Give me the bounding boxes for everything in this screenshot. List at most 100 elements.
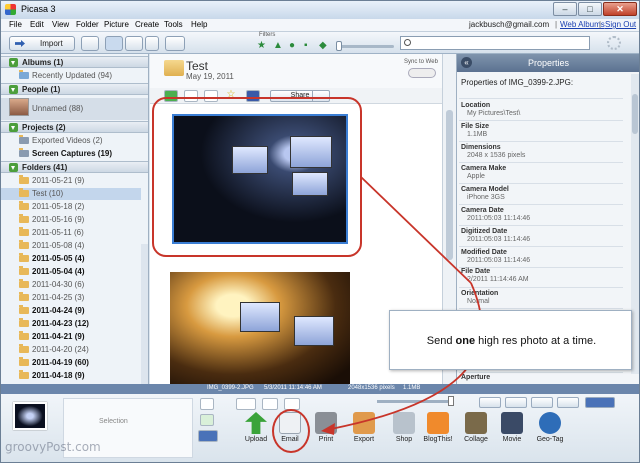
export-button[interactable]: Export: [345, 412, 379, 444]
menu-folder[interactable]: Folder: [76, 20, 99, 29]
folder-item[interactable]: 2011-05-05 (4): [1, 253, 141, 265]
properties-toggle-button[interactable]: [585, 397, 615, 408]
date-filter-slider[interactable]: [338, 45, 394, 48]
blogthis-button[interactable]: BlogThis!: [419, 412, 453, 444]
projects-group[interactable]: Projects (2): [1, 121, 148, 133]
properties-scroll-thumb[interactable]: [632, 94, 638, 134]
property-divider: [459, 183, 623, 184]
thumbnail-size-thumb[interactable]: [448, 396, 454, 406]
property-key: Orientation: [461, 290, 499, 297]
menu-edit[interactable]: Edit: [30, 20, 44, 29]
watermark: groovyPost.com: [5, 440, 101, 454]
search-input[interactable]: [400, 36, 590, 50]
folder-item[interactable]: 2011-05-16 (9): [1, 214, 141, 226]
people-label: People (1): [22, 85, 61, 94]
folder-icon: [19, 357, 29, 366]
geotag-label: Geo-Tag: [536, 436, 564, 443]
sign-out-link[interactable]: Sign Out: [605, 20, 636, 29]
library-scrollbar[interactable]: [141, 244, 148, 384]
blogthis-label: BlogThis!: [423, 436, 453, 443]
folder-item[interactable]: 2011-05-11 (6): [1, 227, 141, 239]
filters-label: Filters: [259, 32, 276, 38]
import-arrow-icon: [15, 40, 25, 47]
thumbnail-size-slider[interactable]: [377, 400, 449, 403]
add-to-icon[interactable]: [198, 430, 218, 442]
menu-create[interactable]: Create: [135, 20, 159, 29]
menu-view[interactable]: View: [52, 20, 69, 29]
album-title[interactable]: Test: [186, 59, 208, 73]
menu-file[interactable]: File: [9, 20, 22, 29]
shop-icon: [393, 412, 415, 434]
folder-item[interactable]: 2011-04-24 (9): [1, 305, 141, 317]
person-label: Unnamed (88): [32, 104, 84, 113]
view-captions-button[interactable]: [557, 397, 579, 408]
filter-star-icon[interactable]: ★: [257, 41, 266, 51]
property-key: Modified Date: [461, 249, 507, 256]
tray-thumbnail[interactable]: [13, 402, 47, 430]
folder-item[interactable]: 2011-05-08 (4): [1, 240, 141, 252]
geotag-button[interactable]: Geo-Tag: [531, 412, 565, 444]
property-divider: [459, 308, 623, 309]
project-item[interactable]: Screen Captures (19): [1, 148, 141, 160]
browser-scroll-thumb[interactable]: [446, 110, 453, 260]
add-to-album-button[interactable]: [81, 36, 99, 51]
collapse-icon[interactable]: [9, 58, 18, 67]
folders-group[interactable]: Folders (41): [1, 161, 148, 173]
print-icon: [315, 412, 337, 434]
property-divider: [459, 225, 623, 226]
collage-button[interactable]: Collage: [457, 412, 491, 444]
menu-help[interactable]: Help: [191, 20, 207, 29]
sort-dropdown-button[interactable]: [145, 36, 159, 51]
filter-people-icon[interactable]: ●: [289, 41, 295, 51]
filter-upload-icon[interactable]: ▲: [273, 41, 283, 51]
upload-button[interactable]: Upload: [237, 412, 271, 444]
date-filter-thumb[interactable]: [336, 41, 342, 51]
filter-video-icon[interactable]: ▪: [304, 41, 308, 51]
folder-item[interactable]: 2011-04-18 (9): [1, 370, 141, 382]
folder-item[interactable]: 2011-05-18 (2): [1, 201, 141, 213]
folder-icon: [19, 188, 29, 197]
filter-geotag-icon[interactable]: ◆: [319, 41, 327, 51]
star-button[interactable]: [236, 398, 256, 410]
albums-group[interactable]: Albums (1): [1, 56, 148, 68]
maximize-button[interactable]: □: [578, 2, 602, 16]
folder-label: 2011-04-30 (6): [32, 280, 85, 289]
folder-item[interactable]: 2011-04-23 (12): [1, 318, 141, 330]
shop-button[interactable]: Shop: [385, 412, 419, 444]
rotate-left-icon[interactable]: [262, 398, 278, 410]
sync-to-web-toggle[interactable]: [408, 68, 436, 78]
menu-tools[interactable]: Tools: [164, 20, 183, 29]
folder-item[interactable]: 2011-04-19 (60): [1, 357, 141, 369]
collapse-icon[interactable]: [9, 123, 18, 132]
clear-icon[interactable]: [200, 414, 214, 426]
callout-emphasis: one: [455, 335, 476, 347]
collapse-icon[interactable]: [9, 163, 18, 172]
import-button[interactable]: Import: [9, 36, 75, 51]
collapse-icon[interactable]: [9, 85, 18, 94]
people-button[interactable]: [165, 36, 185, 51]
tree-view-button[interactable]: [105, 36, 123, 51]
folder-item[interactable]: 2011-05-04 (4): [1, 266, 141, 278]
folder-item[interactable]: 2011-04-30 (6): [1, 279, 141, 291]
view-geotag-button[interactable]: [531, 397, 553, 408]
folder-item[interactable]: 2011-05-21 (9): [1, 175, 141, 187]
minimize-button[interactable]: –: [553, 2, 577, 16]
status-datetime: 5/3/2011 11:14:46 AM: [264, 385, 322, 391]
folder-item[interactable]: 2011-04-20 (24): [1, 344, 141, 356]
close-button[interactable]: ✕: [603, 2, 637, 16]
movie-button[interactable]: Movie: [493, 412, 527, 444]
album-item[interactable]: Recently Updated (94): [1, 70, 141, 82]
photo-thumbnail[interactable]: [170, 272, 350, 384]
folder-item-selected[interactable]: Test (10): [1, 188, 141, 200]
folder-item[interactable]: 2011-04-25 (3): [1, 292, 141, 304]
main-toolbar: Import Filters ★ ▲ ● ▪ ◆: [1, 32, 639, 54]
people-group[interactable]: People (1): [1, 83, 148, 95]
view-tags-button[interactable]: [505, 397, 527, 408]
view-normal-button[interactable]: [479, 397, 501, 408]
project-item[interactable]: Exported Videos (2): [1, 135, 141, 147]
print-button[interactable]: Print: [307, 412, 341, 444]
menu-picture[interactable]: Picture: [104, 20, 129, 29]
folder-item[interactable]: 2011-04-21 (9): [1, 331, 141, 343]
hold-icon[interactable]: [200, 398, 214, 410]
flat-view-button[interactable]: [125, 36, 143, 51]
